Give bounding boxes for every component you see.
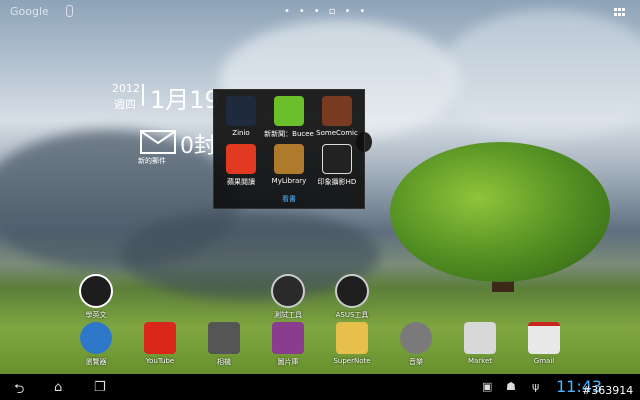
mic-icon[interactable] [66,5,73,17]
youtube-icon [144,322,176,354]
dock-music[interactable]: 音樂 [386,322,446,367]
mail-label: 新的郵件 [138,157,166,165]
shortcut-asus-tools[interactable]: ASUS工具 [322,274,382,320]
shortcut-label: 測試工具 [274,311,302,319]
android-icon [274,96,304,126]
folder-app-label: MyLibrary [271,177,307,185]
cloud-decoration [440,10,640,140]
magazine-icon [322,144,352,174]
folder-app-mylibrary[interactable]: MyLibrary [264,144,314,185]
navigation-bar: ⮌ ⌂ ❐ ▣ ☗ ψ 11:43 [0,374,640,400]
folder-name[interactable]: 看書 [214,194,364,204]
dock-label: Gmail [533,357,555,365]
folder-app-label: SomeComic [316,129,358,137]
recent-apps-icon[interactable]: ❐ [94,380,106,395]
folder-app-somecomic[interactable]: SomeComic [312,96,362,137]
gallery-icon [272,322,304,354]
clock-year: 2012 [112,82,140,95]
folder-app-photo-hd[interactable]: 印象攝影HD [312,144,362,187]
google-search-label[interactable]: Google [10,5,49,18]
shortcut-label: ASUS工具 [335,311,369,319]
notepad-icon [336,322,368,354]
dock-browser[interactable]: 瀏覽器 [66,322,126,367]
home-icon[interactable]: ⌂ [54,380,62,395]
camera-icon [208,322,240,354]
app-folder-popup: Zinio 新新聞：Bucee SomeComic 蘋果閱讀 MyLibrary… [213,89,365,209]
dock-label: YouTube [145,357,175,365]
clock-divider [142,84,144,106]
folder-app-apple-read[interactable]: 蘋果閱讀 [216,144,266,187]
watermark: #363914 [582,384,634,397]
dock-gmail[interactable]: Gmail [514,322,574,365]
folder-app-label: 印象攝影HD [317,178,357,186]
folder-app-label: 蘋果閱讀 [227,178,255,186]
asus-tools-icon [335,274,369,308]
screenshot-icon[interactable]: ▣ [482,380,492,393]
dock-supernote[interactable]: SuperNote [322,322,382,365]
book-icon [322,96,352,126]
folder-app-bucee[interactable]: 新新聞：Bucee [264,96,314,139]
android-status-icon[interactable]: ☗ [506,380,516,393]
dock-youtube[interactable]: YouTube [130,322,190,365]
app-drawer-icon[interactable] [614,8,626,18]
folder-app-label: Zinio [232,129,250,137]
dock-label: 音樂 [409,358,423,366]
mail-icon[interactable] [140,130,176,154]
back-icon[interactable]: ⮌ [14,380,24,400]
dock-label: SuperNote [333,357,371,365]
top-bar: Google •••▫•• [0,0,640,24]
library-icon [274,144,304,174]
dock-label: 相機 [217,358,231,366]
dock-market[interactable]: Market [450,322,510,365]
gmail-icon [528,322,560,354]
market-bag-icon [464,322,496,354]
apple-icon [226,144,256,174]
shortcut-test-tools[interactable]: 測試工具 [258,274,318,320]
clock-weekday: 週四 [114,98,136,111]
dock-camera[interactable]: 相機 [194,322,254,367]
tools-folder-icon [271,274,305,308]
dock-label: 瀏覽器 [85,358,107,366]
folder-app-zinio[interactable]: Zinio [216,96,266,137]
folder-app-label: 新新聞：Bucee [264,130,314,138]
headphones-icon [400,322,432,354]
shortcut-label: 學英文 [85,311,107,319]
page-indicator-icon: •••▫•• [284,6,375,17]
dock-label: Market [467,357,493,365]
zinio-icon [226,96,256,126]
envelope-icon [141,131,175,145]
globe-icon [80,322,112,354]
usb-icon[interactable]: ψ [532,380,539,393]
dock-label: 圖片庫 [277,358,299,366]
clock-date[interactable]: 1月19 [150,80,220,115]
ted-icon [79,274,113,308]
home-screen: Google •••▫•• 2012 週四 1月19 0封 新的郵件 Zinio… [0,0,640,400]
mail-count: 0封 [180,134,216,159]
tree-decoration [390,142,610,282]
shortcut-learn-english[interactable]: 學英文 [66,274,126,320]
dock-gallery[interactable]: 圖片庫 [258,322,318,367]
